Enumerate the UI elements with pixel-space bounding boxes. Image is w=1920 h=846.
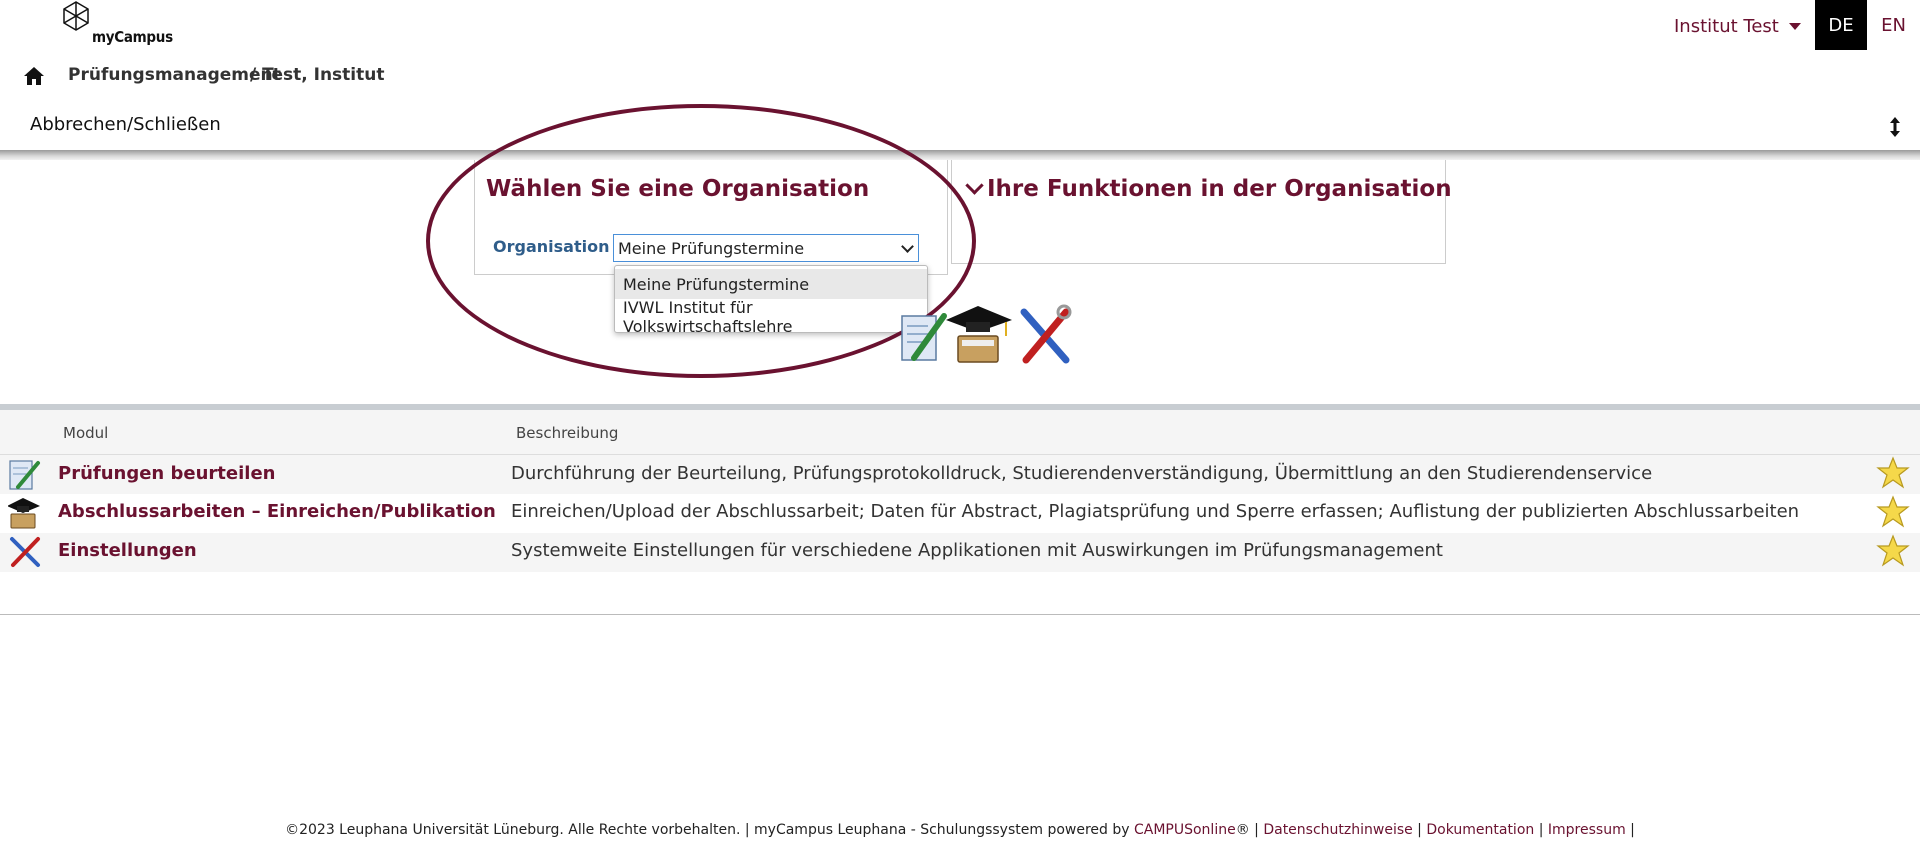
- caret-down-icon: [1788, 23, 1801, 30]
- organisation-dropdown: Meine Prüfungstermine IVWL Institut für …: [614, 265, 928, 336]
- lang-en-button[interactable]: EN: [1867, 0, 1920, 50]
- module-link[interactable]: Abschlussarbeiten – Einreichen/Publikati…: [58, 501, 496, 522]
- footer-separator: |: [1534, 822, 1548, 838]
- table-header: [0, 410, 1920, 455]
- module-description: Systemweite Einstellungen für verschiede…: [511, 540, 1443, 561]
- home-icon[interactable]: [23, 66, 45, 86]
- favorite-star-icon[interactable]: [1876, 495, 1910, 529]
- functions-title-text: Ihre Funktionen in der Organisation: [987, 176, 1452, 202]
- graduation-cap-icon: [8, 498, 40, 529]
- module-description: Einreichen/Upload der Abschlussarbeit; D…: [511, 501, 1800, 522]
- user-menu[interactable]: Institut Test: [1674, 16, 1801, 37]
- toolbar-shadow: [0, 150, 1920, 160]
- organisation-select[interactable]: Meine Prüfungstermine: [613, 234, 919, 262]
- organisation-select-value: Meine Prüfungstermine: [618, 238, 805, 258]
- module-description: Durchführung der Beurteilung, Prüfungspr…: [511, 463, 1653, 484]
- footer-copyright: ©2023 Leuphana Universität Lüneburg. All…: [285, 822, 1134, 838]
- breadcrumb-context: / Test, Institut: [250, 65, 385, 85]
- footer-separator: ® |: [1235, 822, 1264, 838]
- imprint-link[interactable]: Impressum: [1548, 822, 1626, 838]
- logo-text: myCampus: [92, 28, 173, 46]
- select-org-title: Wählen Sie eine Organisation: [486, 176, 870, 202]
- column-header-modul: Modul: [63, 424, 109, 442]
- tools-icon[interactable]: [1020, 304, 1072, 364]
- documentation-link[interactable]: Dokumentation: [1426, 822, 1534, 838]
- exam-edit-icon[interactable]: [901, 313, 947, 361]
- favorite-star-icon[interactable]: [1876, 534, 1910, 568]
- vertical-resize-icon[interactable]: [1889, 116, 1901, 138]
- organisation-label: Organisation: [493, 237, 610, 256]
- function-icons: [901, 304, 1072, 364]
- content-divider: [0, 614, 1920, 615]
- favorite-star-icon[interactable]: [1876, 456, 1910, 490]
- user-menu-label: Institut Test: [1674, 16, 1779, 37]
- breadcrumb-module[interactable]: Prüfungsmanagement: [68, 65, 281, 85]
- dropdown-option[interactable]: IVWL Institut für Volkswirtschaftslehre: [615, 298, 927, 336]
- footer-separator: |: [1412, 822, 1427, 838]
- chevron-down-icon: [901, 239, 914, 253]
- privacy-link[interactable]: Datenschutzhinweise: [1263, 822, 1412, 838]
- footer: ©2023 Leuphana Universität Lüneburg. All…: [0, 822, 1920, 838]
- tools-icon: [10, 537, 40, 567]
- module-link[interactable]: Einstellungen: [58, 540, 197, 561]
- lang-de-button[interactable]: DE: [1815, 0, 1867, 50]
- dropdown-option[interactable]: Meine Prüfungstermine: [615, 269, 927, 299]
- module-link[interactable]: Prüfungen beurteilen: [58, 463, 275, 484]
- functions-title[interactable]: Ihre Funktionen in der Organisation: [965, 175, 1452, 202]
- exam-edit-icon: [9, 460, 40, 490]
- column-header-beschreibung: Beschreibung: [516, 424, 619, 442]
- campusonline-link[interactable]: CAMPUSonline: [1134, 822, 1236, 838]
- graduation-cap-icon[interactable]: [946, 306, 1012, 363]
- cancel-close-button[interactable]: Abbrechen/Schließen: [30, 114, 221, 135]
- chevron-down-icon: [965, 175, 984, 195]
- footer-separator: |: [1625, 822, 1635, 838]
